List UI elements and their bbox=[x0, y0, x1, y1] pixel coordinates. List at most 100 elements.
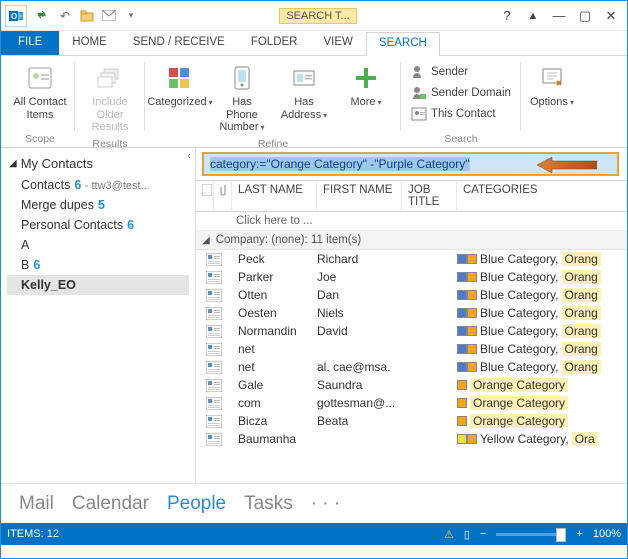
col-last-name[interactable]: LAST NAME bbox=[232, 181, 317, 211]
card-icon bbox=[196, 307, 232, 320]
group-header-row[interactable]: ◢ Company: (none): 11 item(s) bbox=[196, 231, 627, 250]
card-icon bbox=[196, 289, 232, 302]
collapse-icon: ◢ bbox=[202, 235, 210, 246]
nav-collapse-icon[interactable]: ‹ bbox=[187, 150, 191, 162]
tools-icon bbox=[536, 62, 568, 94]
minimize-button[interactable]: — bbox=[547, 6, 571, 26]
column-headers[interactable]: LAST NAME FIRST NAME JOB TITLE CATEGORIE… bbox=[196, 180, 627, 212]
nav-more-icon[interactable]: · · · bbox=[311, 493, 341, 515]
col-first-name[interactable]: FIRST NAME bbox=[317, 181, 402, 211]
folder-icon[interactable] bbox=[77, 6, 97, 26]
search-input[interactable]: category:="Orange Category" -"Purple Cat… bbox=[202, 152, 619, 176]
categorized-button[interactable]: Categorized▾ bbox=[151, 60, 209, 111]
tab-file[interactable]: FILE bbox=[1, 31, 59, 55]
contact-row[interactable]: PeckRichard Blue Category, Orang bbox=[196, 250, 627, 268]
qat-dropdown-icon[interactable]: ▾ bbox=[121, 6, 141, 26]
include-older-results-button: Include Older Results bbox=[81, 60, 139, 136]
contact-row[interactable]: comgottesman@... Orange Category bbox=[196, 394, 627, 412]
nav-tasks[interactable]: Tasks bbox=[244, 493, 293, 515]
zoom-in-icon[interactable]: + bbox=[576, 528, 582, 540]
nav-header-my-contacts[interactable]: ◢ My Contacts bbox=[7, 152, 189, 175]
tab-home[interactable]: HOME bbox=[59, 31, 120, 55]
tab-send-receive[interactable]: SEND / RECEIVE bbox=[120, 31, 238, 55]
attachment-column[interactable] bbox=[214, 181, 232, 211]
navigation-pane: ‹ ◢ My Contacts Contacts6 - ttw3@test...… bbox=[1, 148, 196, 483]
contact-row[interactable]: OttenDan Blue Category, Orang bbox=[196, 286, 627, 304]
col-categories[interactable]: CATEGORIES bbox=[457, 181, 627, 211]
contact-icon bbox=[411, 106, 427, 122]
contact-row[interactable]: Baumanha Yellow Category, Ora bbox=[196, 430, 627, 448]
contact-row[interactable]: netal. cae@msa. Blue Category, Orang bbox=[196, 358, 627, 376]
maximize-button[interactable]: ▢ bbox=[573, 6, 597, 26]
contacts-icon bbox=[24, 62, 56, 94]
options-button[interactable]: Options▾ bbox=[527, 60, 577, 111]
sender-domain-button[interactable]: Sender Domain bbox=[407, 83, 515, 103]
nav-mail[interactable]: Mail bbox=[19, 493, 54, 515]
group-options: Options▾ bbox=[521, 58, 583, 147]
tab-view[interactable]: VIEW bbox=[310, 31, 365, 55]
card-icon bbox=[196, 343, 232, 356]
nav-item-personal-contacts[interactable]: Personal Contacts6 bbox=[7, 215, 189, 235]
contact-list: PeckRichard Blue Category, OrangParkerJo… bbox=[196, 250, 627, 448]
group-results: Include Older Results Results bbox=[75, 58, 145, 147]
this-contact-button[interactable]: This Contact bbox=[407, 104, 515, 124]
window-title-highlight: SEARCH T... bbox=[279, 8, 356, 24]
new-item-row[interactable]: Click here to ... bbox=[196, 212, 627, 231]
undo-icon[interactable]: ↶ bbox=[55, 6, 75, 26]
person-icon bbox=[411, 64, 427, 80]
card-icon bbox=[196, 253, 232, 266]
categories-icon bbox=[164, 62, 196, 94]
card-icon bbox=[196, 397, 232, 410]
has-phone-button[interactable]: Has Phone Number▾ bbox=[213, 60, 271, 136]
status-bar: ITEMS: 12 ⚠ ▯ − + 100% bbox=[1, 523, 627, 545]
card-icon bbox=[196, 415, 232, 428]
card-icon bbox=[196, 379, 232, 392]
nav-people[interactable]: People bbox=[167, 493, 226, 515]
close-button[interactable]: ✕ bbox=[599, 6, 623, 26]
has-address-button[interactable]: Has Address▾ bbox=[275, 60, 333, 123]
tab-folder[interactable]: FOLDER bbox=[238, 31, 311, 55]
group-refine: Categorized▾ Has Phone Number▾ Has Addre… bbox=[145, 58, 401, 147]
stack-icon bbox=[94, 62, 126, 94]
send-receive-icon[interactable] bbox=[33, 6, 53, 26]
card-icon bbox=[196, 271, 232, 284]
card-icon bbox=[196, 433, 232, 446]
contact-row[interactable]: GaleSaundra Orange Category bbox=[196, 376, 627, 394]
contact-row[interactable]: ParkerJoe Blue Category, Orang bbox=[196, 268, 627, 286]
col-job-title[interactable]: JOB TITLE bbox=[402, 181, 457, 211]
navigation-bar: Mail Calendar People Tasks · · · bbox=[1, 483, 627, 523]
nav-item-b[interactable]: B6 bbox=[7, 255, 189, 275]
annotation-arrow-icon bbox=[537, 157, 597, 173]
zoom-level: 100% bbox=[593, 528, 621, 540]
warning-icon[interactable]: ⚠ bbox=[444, 528, 454, 541]
card-icon bbox=[196, 361, 232, 374]
card-icon bbox=[196, 325, 232, 338]
contact-row[interactable]: BiczaBeata Orange Category bbox=[196, 412, 627, 430]
mail-icon[interactable] bbox=[99, 6, 119, 26]
more-button[interactable]: More▾ bbox=[337, 60, 395, 111]
zoom-out-icon[interactable]: − bbox=[480, 528, 486, 540]
nav-item-merge-dupes[interactable]: Merge dupes5 bbox=[7, 195, 189, 215]
plus-icon bbox=[350, 62, 382, 94]
status-items: ITEMS: 12 bbox=[7, 528, 59, 540]
help-icon[interactable]: ? bbox=[495, 6, 519, 26]
main-pane: ‹ ◢ My Contacts Contacts6 - ttw3@test...… bbox=[1, 148, 627, 483]
zoom-slider[interactable] bbox=[496, 533, 566, 536]
contact-row[interactable]: NormandinDavid Blue Category, Orang bbox=[196, 322, 627, 340]
nav-item-kelly_eo[interactable]: Kelly_EO bbox=[7, 275, 189, 295]
nav-item-a[interactable]: A bbox=[7, 235, 189, 255]
ribbon: All Contact Items Scope Include Older Re… bbox=[1, 56, 627, 148]
contact-row[interactable]: OestenNiels Blue Category, Orang bbox=[196, 304, 627, 322]
sender-button[interactable]: Sender bbox=[407, 62, 515, 82]
all-contact-items-button[interactable]: All Contact Items bbox=[11, 60, 69, 123]
status-unknown: ▯ bbox=[464, 528, 470, 541]
group-scope: All Contact Items Scope bbox=[5, 58, 75, 147]
ribbon-tabs: FILE HOME SEND / RECEIVE FOLDER VIEW SEA… bbox=[1, 31, 627, 56]
icon-column[interactable] bbox=[196, 181, 214, 211]
ribbon-collapse-icon[interactable]: ▲ bbox=[521, 6, 545, 26]
contact-row[interactable]: net Blue Category, Orang bbox=[196, 340, 627, 358]
nav-calendar[interactable]: Calendar bbox=[72, 493, 149, 515]
tab-search[interactable]: SEARCH bbox=[366, 32, 440, 56]
nav-item-contacts[interactable]: Contacts6 - ttw3@test... bbox=[7, 175, 189, 195]
caret-icon: ◢ bbox=[9, 158, 17, 169]
